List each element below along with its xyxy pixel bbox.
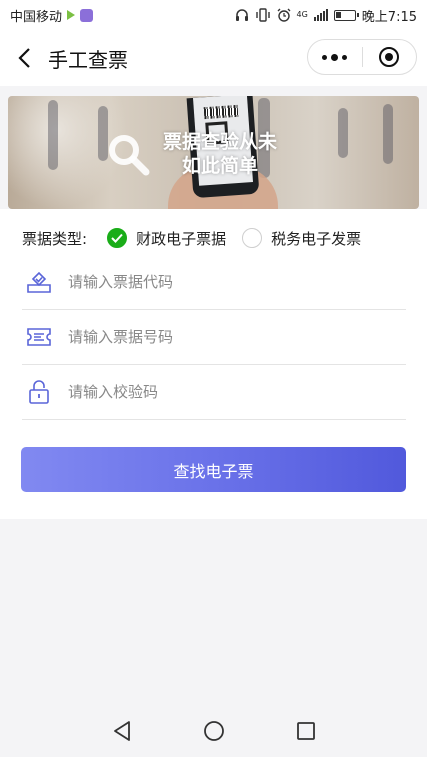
dot-icon [342, 54, 348, 60]
system-home-button[interactable] [202, 719, 226, 743]
radio-label: 税务电子发票 [271, 229, 362, 248]
play-icon [67, 10, 76, 20]
radio-checked-icon [107, 228, 128, 248]
radio-fiscal-ebill[interactable]: 财政电子票据 [107, 228, 226, 249]
banner-line-1: 票据查验从未 [162, 131, 277, 153]
search-invoice-button[interactable]: 查找电子票 [21, 447, 406, 492]
status-bar: 中国移动 4G 晚上7:15 [0, 0, 427, 30]
magnifier-icon [109, 135, 150, 176]
banner-slogan: 票据查验从未 如此简单 [160, 130, 280, 178]
triangle-back-icon [113, 721, 130, 741]
clock: 晚上7:15 [361, 9, 417, 25]
barcode-image [203, 104, 239, 120]
page-title: 手工查票 [48, 47, 128, 72]
dot-icon [331, 53, 339, 61]
check-code-input[interactable] [68, 383, 368, 401]
circle-home-icon [203, 721, 224, 741]
network-type: 4G [296, 10, 308, 19]
dot-icon [322, 54, 328, 60]
invoice-type-label: 票据类型: [22, 229, 88, 248]
system-back-button[interactable] [110, 719, 134, 743]
ticket-stamp-icon [24, 267, 54, 297]
vibrate-icon [255, 8, 270, 22]
signal-icon [313, 9, 328, 21]
carrier-label: 中国移动 [10, 9, 63, 25]
bill-number-input[interactable] [68, 328, 368, 346]
banner-line-2: 如此简单 [181, 155, 258, 177]
close-miniprogram-button[interactable] [363, 47, 417, 67]
square-recents-icon [296, 722, 315, 740]
bill-number-field [22, 310, 406, 365]
invoice-query-form: 票据类型: 财政电子票据 税务电子发票 查找电子票 [0, 209, 427, 519]
lock-icon [24, 377, 54, 407]
alarm-icon [277, 8, 290, 22]
system-navigation-bar [0, 705, 427, 757]
radio-label: 财政电子票据 [136, 229, 227, 248]
bill-code-input[interactable] [68, 273, 368, 291]
bill-code-field [22, 255, 406, 310]
app-notification-icon [80, 8, 94, 22]
radio-tax-einvoice[interactable]: 税务电子发票 [242, 228, 361, 249]
ticket-number-icon [24, 322, 54, 352]
chevron-left-icon [18, 48, 30, 68]
battery-icon [333, 9, 359, 21]
invoice-type-row: 票据类型: 财政电子票据 税务电子发票 [22, 227, 377, 249]
headset-icon [235, 9, 248, 21]
radio-unchecked-icon [242, 228, 263, 248]
check-code-field [22, 365, 406, 420]
back-button[interactable] [0, 30, 48, 86]
more-options-button[interactable] [308, 53, 362, 61]
system-recents-button[interactable] [294, 719, 318, 743]
navigation-bar: 手工查票 [0, 30, 427, 86]
target-icon [379, 47, 400, 67]
miniprogram-capsule [307, 39, 417, 75]
